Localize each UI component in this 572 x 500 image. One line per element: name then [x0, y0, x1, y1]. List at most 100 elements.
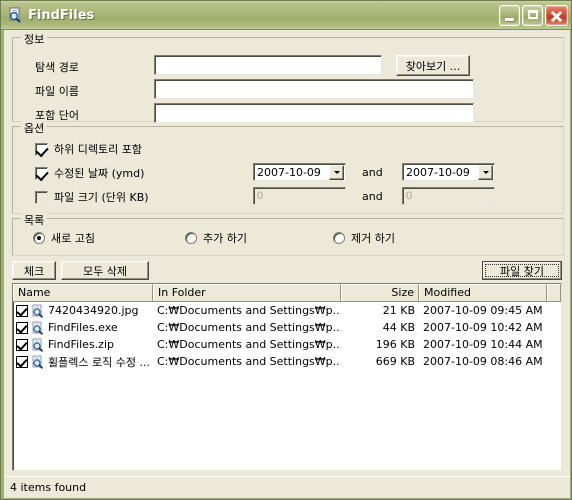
column-header-in-folder[interactable]: In Folder — [153, 284, 341, 301]
delete-all-button-label: 모두 삭제 — [83, 264, 127, 278]
row-checkbox[interactable] — [16, 338, 28, 351]
row-checkbox[interactable] — [16, 321, 28, 334]
file-name-label: 파일 이름 — [35, 85, 79, 98]
radio-circle-2 — [185, 232, 197, 244]
listview-header: Name In Folder Size Modified — [13, 284, 561, 302]
row-size-cell: 21 KB — [382, 304, 415, 317]
file-search-icon — [31, 321, 45, 335]
options-groupbox: 옵션 하위 디렉토리 포함 수정된 날짜 (ymd) 2007-10-09 an… — [12, 120, 564, 214]
check-button[interactable]: 체크 — [12, 261, 56, 280]
column-header-size[interactable]: Size — [341, 284, 419, 301]
table-row[interactable]: 휠플렉스 로직 수정 ... C:₩Documents and Settings… — [13, 353, 561, 370]
modified-date-label: 수정된 날짜 (ymd) — [54, 167, 145, 180]
radio-circle-3 — [333, 232, 345, 244]
find-files-button[interactable]: 파일 찾기 — [482, 261, 562, 280]
search-path-input[interactable] — [154, 55, 382, 75]
file-search-icon — [31, 304, 45, 318]
status-text: 4 items found — [10, 481, 87, 494]
column-header-filler — [547, 284, 561, 301]
radio-add-label: 추가 하기 — [203, 232, 247, 245]
radio-refresh-label: 새로 고침 — [51, 232, 95, 245]
maximize-button[interactable] — [522, 4, 543, 26]
row-name-label: 7420434920.jpg — [48, 304, 139, 317]
title-bar[interactable]: FindFiles — [1, 1, 571, 30]
column-header-name[interactable]: Name — [13, 284, 153, 301]
include-subdirs-label: 하위 디렉토리 포함 — [54, 143, 142, 156]
row-folder-cell: C:₩Documents and Settings₩p... — [157, 338, 341, 351]
row-name-cell[interactable]: 휠플렉스 로직 수정 ... — [13, 354, 153, 370]
row-name-cell[interactable]: FindFiles.exe — [13, 321, 153, 335]
file-search-icon — [31, 355, 45, 369]
radio-circle — [33, 232, 45, 244]
row-folder-cell: C:₩Documents and Settings₩p... — [157, 355, 341, 368]
options-group-title: 옵션 — [21, 120, 48, 136]
file-size-from-input[interactable] — [253, 187, 346, 205]
listview-body: 7420434920.jpg C:₩Documents and Settings… — [13, 302, 561, 370]
list-group-title: 목록 — [21, 212, 48, 228]
minimize-button[interactable] — [499, 4, 520, 26]
client-area: 정보 탐색 경로 찾아보기 ... 파일 이름 포함 단어 옵션 하위 디렉토리… — [4, 30, 570, 498]
modified-date-to-value: 2007-10-09 — [406, 165, 470, 179]
file-size-to-input[interactable] — [402, 187, 495, 205]
contains-word-input[interactable] — [154, 103, 474, 123]
column-header-modified[interactable]: Modified — [419, 284, 547, 301]
row-size-cell: 669 KB — [375, 355, 415, 368]
focus-ring — [485, 264, 559, 277]
search-path-label: 탐색 경로 — [35, 61, 79, 74]
file-size-label: 파일 크기 (단위 KB) — [54, 191, 149, 204]
file-search-icon — [31, 338, 45, 352]
row-size-cell: 44 KB — [382, 321, 415, 334]
table-row[interactable]: FindFiles.exe C:₩Documents and Settings₩… — [13, 319, 561, 336]
checkbox-box — [35, 142, 49, 157]
modified-date-from-value: 2007-10-09 — [257, 165, 321, 179]
magnifier-document-icon — [7, 7, 23, 23]
row-modified-cell: 2007-10-09 09:45 AM — [423, 304, 543, 317]
radio-remove[interactable]: 제거 하기 — [333, 230, 395, 246]
radio-remove-label: 제거 하기 — [351, 232, 395, 245]
row-modified-cell: 2007-10-09 10:42 AM — [423, 321, 543, 334]
include-subdirs-checkbox[interactable]: 하위 디렉토리 포함 — [35, 141, 142, 157]
chevron-down-icon[interactable] — [329, 165, 344, 180]
row-name-cell[interactable]: 7420434920.jpg — [13, 304, 153, 318]
row-name-label: FindFiles.exe — [48, 321, 118, 334]
window-title: FindFiles — [28, 7, 95, 23]
modified-date-from-combo[interactable]: 2007-10-09 — [253, 163, 346, 181]
info-group-title: 정보 — [21, 31, 48, 47]
row-checkbox[interactable] — [16, 304, 28, 317]
table-row[interactable]: 7420434920.jpg C:₩Documents and Settings… — [13, 302, 561, 319]
delete-all-button[interactable]: 모두 삭제 — [61, 261, 149, 280]
row-size-cell: 196 KB — [375, 338, 415, 351]
title-bar-left: FindFiles — [1, 7, 499, 23]
checkbox-box-3 — [35, 190, 48, 204]
check-button-label: 체크 — [23, 264, 45, 278]
row-folder-cell: C:₩Documents and Settings₩p... — [157, 321, 341, 334]
row-checkbox[interactable] — [16, 355, 28, 368]
row-name-label: 휠플렉스 로직 수정 ... — [48, 355, 150, 369]
date-separator-label: and — [362, 166, 383, 179]
close-button[interactable] — [545, 4, 568, 26]
modified-date-checkbox[interactable]: 수정된 날짜 (ymd) — [35, 165, 144, 181]
size-separator-label: and — [362, 190, 383, 203]
radio-refresh[interactable]: 새로 고침 — [33, 230, 95, 246]
chevron-down-icon-2[interactable] — [478, 165, 493, 180]
file-name-input[interactable] — [154, 79, 474, 99]
file-size-checkbox[interactable]: 파일 크기 (단위 KB) — [35, 189, 149, 205]
info-groupbox: 정보 탐색 경로 찾아보기 ... 파일 이름 포함 단어 — [12, 31, 564, 123]
row-name-label: FindFiles.zip — [48, 338, 114, 351]
row-modified-cell: 2007-10-09 10:44 AM — [423, 338, 543, 351]
list-mode-groupbox: 목록 새로 고침 추가 하기 제거 하기 — [12, 212, 564, 256]
row-modified-cell: 2007-10-09 08:46 AM — [423, 355, 543, 368]
maximize-icon — [528, 9, 538, 19]
table-row[interactable]: FindFiles.zip C:₩Documents and Settings₩… — [13, 336, 561, 353]
checkbox-box-2 — [35, 166, 49, 181]
window-controls — [499, 4, 571, 26]
modified-date-to-combo[interactable]: 2007-10-09 — [402, 163, 495, 181]
browse-button-label: 찾아보기 ... — [405, 59, 461, 73]
minimize-icon — [505, 17, 514, 21]
row-name-cell[interactable]: FindFiles.zip — [13, 338, 153, 352]
radio-add[interactable]: 추가 하기 — [185, 230, 247, 246]
findfiles-window: FindFiles 정보 탐색 경로 찾아보기 ... 파일 이름 포함 단어 … — [0, 0, 572, 500]
row-folder-cell: C:₩Documents and Settings₩p... — [157, 304, 341, 317]
browse-button[interactable]: 찾아보기 ... — [396, 55, 470, 76]
file-listview[interactable]: Name In Folder Size Modified 7420434920.… — [12, 283, 562, 471]
